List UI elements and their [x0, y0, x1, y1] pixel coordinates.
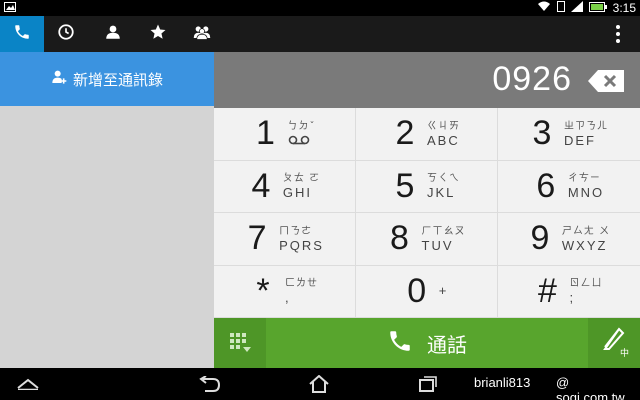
key-5[interactable]: 5 ㄎㄑㄟ JKL	[356, 160, 498, 213]
call-label: 通話	[427, 332, 467, 357]
tab-groups[interactable]	[180, 16, 224, 52]
ime-label: 中	[619, 349, 629, 359]
hide-navbar-button[interactable]	[8, 372, 48, 396]
dialpad: 1 ㄅㄉˇ 2 ㄍㄐㄞ ABC 3 ㄓㄗㄋㄦ DEF 4 ㄆㄊ ㄛ GHI 5 ㄎㄑㄟ…	[214, 108, 640, 318]
key-letters: WXYZ	[561, 237, 608, 253]
wifi-icon	[537, 1, 551, 15]
key-digit: #	[538, 271, 557, 310]
navigation-bar: brianli813 @ sogi.com.tw	[0, 368, 640, 400]
key-digit: 9	[530, 219, 550, 258]
key-1[interactable]: 1 ㄅㄉˇ	[214, 108, 356, 161]
left-pane: 新增至通訊錄	[0, 52, 214, 368]
key-digit: 2	[395, 114, 415, 153]
star-icon	[149, 23, 167, 45]
key-digit: *	[256, 271, 270, 310]
back-icon	[199, 376, 221, 392]
backspace-icon	[588, 70, 624, 92]
clock-icon	[57, 23, 75, 45]
tab-favorites[interactable]	[136, 16, 180, 52]
key-letters: ;	[569, 290, 576, 306]
phone-icon	[387, 328, 413, 359]
key-zhuyin: ㄍㄐㄞ	[427, 120, 460, 132]
key-letters: ,	[285, 290, 291, 306]
key-letters: DEF	[564, 132, 596, 148]
chevron-up-icon	[17, 378, 39, 390]
sim-icon	[556, 1, 565, 15]
home-icon	[309, 375, 329, 393]
key-letters: JKL	[427, 185, 456, 201]
key-star[interactable]: * ㄈㄌㄝ,	[214, 265, 356, 318]
key-digit: 6	[536, 166, 556, 205]
key-4[interactable]: 4 ㄆㄊ ㄛ GHI	[214, 160, 356, 213]
tab-call-log[interactable]	[44, 16, 88, 52]
backspace-button[interactable]	[588, 70, 624, 92]
overflow-dot	[616, 25, 620, 29]
key-hash[interactable]: # ㄖㄥㄩ;	[498, 266, 640, 318]
tab-bar	[0, 16, 640, 52]
add-to-contacts-label: 新增至通訊錄	[72, 70, 163, 89]
key-9[interactable]: 9 ㄕㄙㄤ ㄨ WXYZ	[498, 213, 640, 266]
key-digit: 7	[247, 219, 267, 258]
key-letters: +	[438, 283, 449, 299]
group-icon	[192, 23, 212, 45]
key-zhuyin: ㄕㄙㄤ ㄨ	[561, 225, 611, 237]
signal-icon	[570, 1, 583, 15]
watermark-user: brianli813	[474, 375, 531, 390]
dialed-number: 0926	[492, 60, 572, 98]
key-zhuyin: ㄇㄋㄜ	[279, 225, 313, 237]
key-digit: 8	[390, 219, 409, 258]
key-zhuyin: ㄓㄗㄋㄦ	[564, 120, 608, 132]
key-2[interactable]: 2 ㄍㄐㄞ ABC	[356, 108, 498, 161]
handwriting-icon: 中	[601, 327, 629, 359]
gallery-notification-icon	[4, 2, 16, 15]
add-person-icon	[51, 69, 67, 89]
key-0[interactable]: 0 +	[356, 265, 498, 318]
tab-contacts[interactable]	[91, 16, 135, 52]
dialpad-icon	[230, 333, 251, 352]
key-digit: 4	[251, 166, 271, 205]
recent-apps-button[interactable]	[408, 372, 448, 396]
key-letters: ABC	[427, 132, 460, 148]
key-digit: 1	[256, 114, 275, 153]
person-icon	[104, 23, 122, 45]
hide-dialpad-button[interactable]	[214, 318, 266, 368]
battery-icon	[588, 1, 607, 15]
call-button[interactable]: 通話	[266, 318, 588, 368]
call-bar: 通話 中	[214, 318, 640, 368]
phone-icon	[13, 23, 31, 45]
key-letters: TUV	[421, 237, 454, 253]
overflow-dot	[616, 39, 620, 43]
status-bar: 3:15	[0, 0, 640, 16]
overflow-dot	[616, 32, 620, 36]
recent-apps-icon	[419, 376, 437, 392]
home-button[interactable]	[299, 372, 339, 396]
key-7[interactable]: 7 ㄇㄋㄜ PQRS	[214, 213, 356, 266]
key-zhuyin: ㄖㄥㄩ	[569, 278, 603, 290]
key-8[interactable]: 8 ㄏㄒㄠㄡ TUV	[356, 213, 498, 266]
key-zhuyin: ㄅㄉˇ	[287, 120, 316, 132]
tab-dialer[interactable]	[0, 16, 44, 52]
key-letters: MNO	[567, 185, 605, 201]
voicemail-icon	[288, 134, 316, 148]
back-button[interactable]	[190, 372, 230, 396]
key-6[interactable]: 6 ㄔㄘㄧ MNO	[498, 161, 640, 213]
key-digit: 0	[407, 271, 427, 310]
key-zhuyin: ㄎㄑㄟ	[427, 173, 460, 185]
number-display: 0926	[214, 52, 640, 108]
key-3[interactable]: 3 ㄓㄗㄋㄦ DEF	[498, 108, 640, 161]
key-zhuyin: ㄏㄒㄠㄡ	[421, 225, 466, 237]
clock-time: 3:15	[612, 1, 636, 15]
key-zhuyin: ㄔㄘㄧ	[567, 173, 601, 185]
key-digit: 3	[532, 114, 552, 153]
key-zhuyin: ㄈㄌㄝ	[285, 278, 318, 290]
key-zhuyin: ㄆㄊ ㄛ	[282, 173, 321, 185]
key-letters: GHI	[282, 185, 313, 201]
key-digit: 5	[395, 166, 415, 205]
key-letters: PQRS	[279, 237, 324, 253]
overflow-menu-button[interactable]	[610, 16, 626, 52]
input-method-button[interactable]: 中	[588, 318, 640, 368]
watermark-site: @ sogi.com.tw	[556, 375, 625, 400]
add-to-contacts-button[interactable]: 新增至通訊錄	[0, 52, 214, 106]
